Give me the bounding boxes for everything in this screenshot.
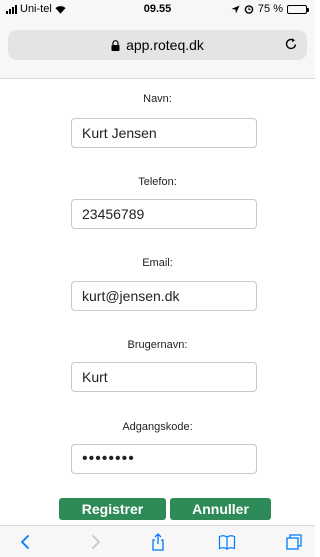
cancel-button[interactable]: Annuller [170, 498, 271, 520]
name-field[interactable]: Kurt Jensen [71, 118, 257, 148]
email-label: Email: [142, 257, 173, 269]
username-field[interactable]: Kurt [71, 362, 257, 392]
password-field[interactable]: •••••••• [71, 444, 257, 474]
tabs-icon[interactable] [285, 533, 303, 551]
location-icon [231, 4, 240, 14]
password-label: Adgangskode: [122, 421, 193, 433]
status-right: 75 % [231, 3, 309, 15]
status-bar: Uni-tel 09.55 75 % [0, 0, 315, 19]
phone-screen: Uni-tel 09.55 75 % app.roteq.dk Navn: Ku… [0, 0, 315, 557]
lock-icon [111, 39, 120, 51]
share-icon[interactable] [149, 533, 167, 551]
username-label: Brugernavn: [127, 339, 188, 351]
bookmarks-icon[interactable] [218, 533, 236, 551]
phone-label: Telefon: [138, 176, 177, 188]
alarm-icon [244, 5, 254, 14]
browser-address-area: app.roteq.dk [0, 19, 315, 79]
forward-icon[interactable] [86, 533, 104, 551]
battery-percent: 75 % [257, 3, 283, 15]
reload-icon[interactable] [284, 37, 298, 51]
email-field[interactable]: kurt@jensen.dk [71, 281, 257, 311]
address-bar[interactable]: app.roteq.dk [8, 30, 307, 60]
url-display[interactable]: app.roteq.dk [8, 37, 307, 53]
name-label: Navn: [143, 93, 172, 105]
back-icon[interactable] [17, 533, 35, 551]
browser-toolbar [0, 525, 315, 557]
url-text: app.roteq.dk [126, 37, 204, 53]
battery-icon [287, 4, 309, 14]
phone-field[interactable]: 23456789 [71, 199, 257, 229]
register-button[interactable]: Registrer [59, 498, 166, 520]
